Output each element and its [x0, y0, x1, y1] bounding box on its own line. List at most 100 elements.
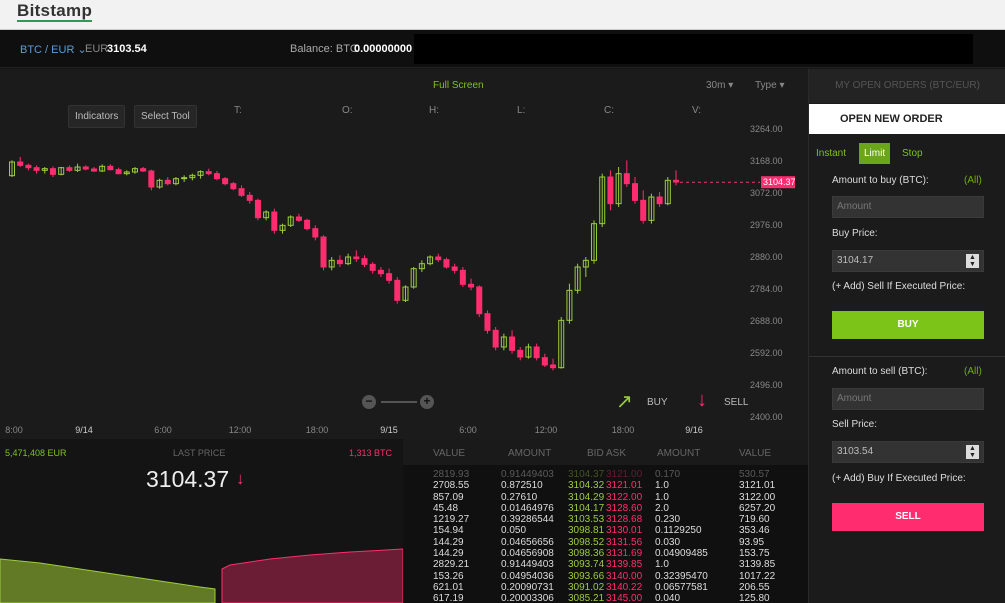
order-book-row[interactable]: 144.29 0.04656908 3098.36 3131.69 0.04909485…: [403, 548, 808, 559]
y-tick-label: 2976.00: [750, 220, 783, 230]
bid-price: 3098.36: [568, 548, 605, 560]
zoom-slider[interactable]: [381, 401, 417, 403]
sell-if-executed-link[interactable]: (+ Add) Sell If Executed Price:: [832, 281, 965, 292]
tab-stop[interactable]: Stop: [902, 148, 923, 159]
bid-amount: 0.91449403: [501, 469, 554, 480]
bid-amount: 0.39286544: [501, 514, 554, 526]
bid-value: 2829.21: [433, 559, 470, 571]
bid-value: 144.29: [433, 548, 464, 560]
volume-eur: 5,471,408 EUR: [5, 448, 67, 458]
order-book-row[interactable]: 154.94 0.050 3098.81 3130.01 0.1129250 353.46: [403, 525, 808, 536]
order-panel: MY OPEN ORDERS (BTC/EUR) OPEN NEW ORDER …: [808, 69, 1005, 603]
bid-amount: 0.04656908: [501, 548, 554, 560]
bid-price: 3091.02: [568, 581, 605, 593]
site-header: Bitstamp: [0, 0, 1005, 30]
candle-body: [82, 166, 89, 170]
ask-price: 3130.01: [606, 525, 643, 537]
tab-open-new-order[interactable]: OPEN NEW ORDER: [809, 104, 1005, 134]
buy-button[interactable]: BUY: [832, 311, 984, 339]
ask-amount: 0.030: [655, 536, 681, 548]
candle-body: [369, 263, 376, 271]
sell-price-label: Sell Price:: [832, 419, 878, 430]
ask-price: 3121.01: [606, 480, 643, 492]
tab-instant[interactable]: Instant: [816, 148, 846, 159]
ask-price: 3128.68: [606, 514, 643, 526]
order-book-row[interactable]: 2819.93 0.91449403 3104.37 3121.00 0.170 530.…: [403, 469, 808, 480]
sell-price-stepper-icon[interactable]: ▲ ▼: [966, 445, 979, 459]
candle-body: [533, 346, 540, 359]
sell-price-input[interactable]: 3103.54: [832, 441, 984, 463]
balance-value: 0.00000000: [354, 43, 413, 55]
ask-price: 3140.22: [606, 581, 643, 593]
candle-body: [320, 236, 327, 268]
buy-price-stepper-icon[interactable]: ▲ ▼: [966, 254, 979, 268]
ask-price: 3128.60: [606, 502, 643, 514]
order-book: VALUE AMOUNT BID ASK AMOUNT VALUE 2819.9…: [403, 439, 808, 603]
ask-value: 3139.85: [739, 559, 776, 571]
ask-amount: 0.040: [655, 593, 681, 603]
order-book-row[interactable]: 153.26 0.04954036 3093.66 3140.00 0.32395470…: [403, 571, 808, 582]
order-book-row[interactable]: 621.01 0.20090731 3091.02 3140.22 0.06577581…: [403, 582, 808, 593]
buy-amount-input[interactable]: Amount: [832, 196, 984, 218]
order-book-row[interactable]: 45.48 0.01464976 3104.17 3128.60 2.0 6257.20: [403, 503, 808, 514]
candle-body: [509, 336, 516, 351]
candle-body: [25, 164, 32, 169]
candle-body: [304, 219, 311, 230]
price-chart[interactable]: Full Screen 30m ▾ Type ▾ Indicators Sele…: [0, 69, 808, 439]
sell-button[interactable]: SELL: [832, 503, 984, 531]
chart-buy-button[interactable]: BUY: [647, 397, 668, 408]
candle-body: [377, 269, 384, 275]
zoom-out-icon[interactable]: −: [362, 395, 376, 409]
sell-all-link[interactable]: (All): [964, 366, 982, 377]
bid-amount: 0.27610: [501, 491, 538, 503]
header-bid: BID: [587, 448, 604, 459]
buy-price-input[interactable]: 3104.17: [832, 250, 984, 272]
bid-value: 1219.27: [433, 514, 470, 526]
bid-amount: 0.04656656: [501, 536, 554, 548]
order-book-row[interactable]: 617.19 0.20003306 3085.21 3145.00 0.040 125.8…: [403, 593, 808, 603]
candle-body: [394, 279, 401, 301]
bid-price: 3093.74: [568, 559, 605, 571]
candle-body: [623, 173, 630, 185]
candle-body: [254, 199, 261, 219]
zoom-in-icon[interactable]: +: [420, 395, 434, 409]
ask-amount: 1.0: [655, 491, 669, 503]
bid-value: 154.94: [433, 525, 464, 537]
header-ask: ASK: [606, 448, 627, 459]
ask-depth-area: [221, 548, 403, 603]
arrow-down-icon: ↓: [236, 469, 245, 488]
order-book-row[interactable]: 2829.21 0.91449403 3093.74 3139.85 1.0 3139.8…: [403, 559, 808, 570]
buy-if-executed-link[interactable]: (+ Add) Buy If Executed Price:: [832, 473, 966, 484]
candle-body: [115, 169, 122, 175]
x-tick-label: 6:00: [154, 425, 172, 435]
order-book-row[interactable]: 2708.55 0.872510 3104.32 3121.01 1.0 3121.01: [403, 480, 808, 491]
candle-body: [656, 196, 663, 205]
x-tick-label: 12:00: [229, 425, 252, 435]
candle-body: [17, 161, 24, 166]
tab-my-open-orders[interactable]: MY OPEN ORDERS (BTC/EUR): [809, 69, 1005, 103]
y-tick-label: 2592.00: [750, 348, 783, 358]
candle-body: [181, 177, 188, 180]
order-book-row[interactable]: 144.29 0.04656656 3098.52 3131.56 0.030 93.95: [403, 537, 808, 548]
order-book-row[interactable]: 857.09 0.27610 3104.29 3122.00 1.0 3122.00: [403, 492, 808, 503]
bitstamp-logo[interactable]: Bitstamp: [17, 2, 93, 22]
pair-selector[interactable]: BTC / EUR ⌄: [20, 43, 87, 56]
candle-body: [312, 228, 319, 238]
candle-body: [238, 188, 245, 196]
ask-value: 125.80: [739, 593, 770, 603]
candle-body: [33, 167, 40, 171]
tab-limit[interactable]: Limit: [859, 143, 891, 164]
chart-sell-button[interactable]: SELL: [724, 397, 748, 408]
buy-price-label: Buy Price:: [832, 228, 878, 239]
bid-price: 3085.21: [568, 593, 605, 603]
candlestick-chart[interactable]: 3264.00 3168.00 3072.00 2976.00 2880.00 2784.…: [0, 69, 808, 439]
order-book-row[interactable]: 1219.27 0.39286544 3103.53 3128.68 0.230 719.…: [403, 514, 808, 525]
bid-value: 2819.93: [433, 469, 470, 480]
sell-amount-input[interactable]: Amount: [832, 388, 984, 410]
candle-body: [541, 357, 548, 366]
bid-value: 144.29: [433, 536, 464, 548]
buy-price-value: 3104.17: [837, 255, 874, 266]
candle-body: [640, 199, 647, 221]
bid-amount: 0.872510: [501, 480, 543, 492]
buy-all-link[interactable]: (All): [964, 175, 982, 186]
